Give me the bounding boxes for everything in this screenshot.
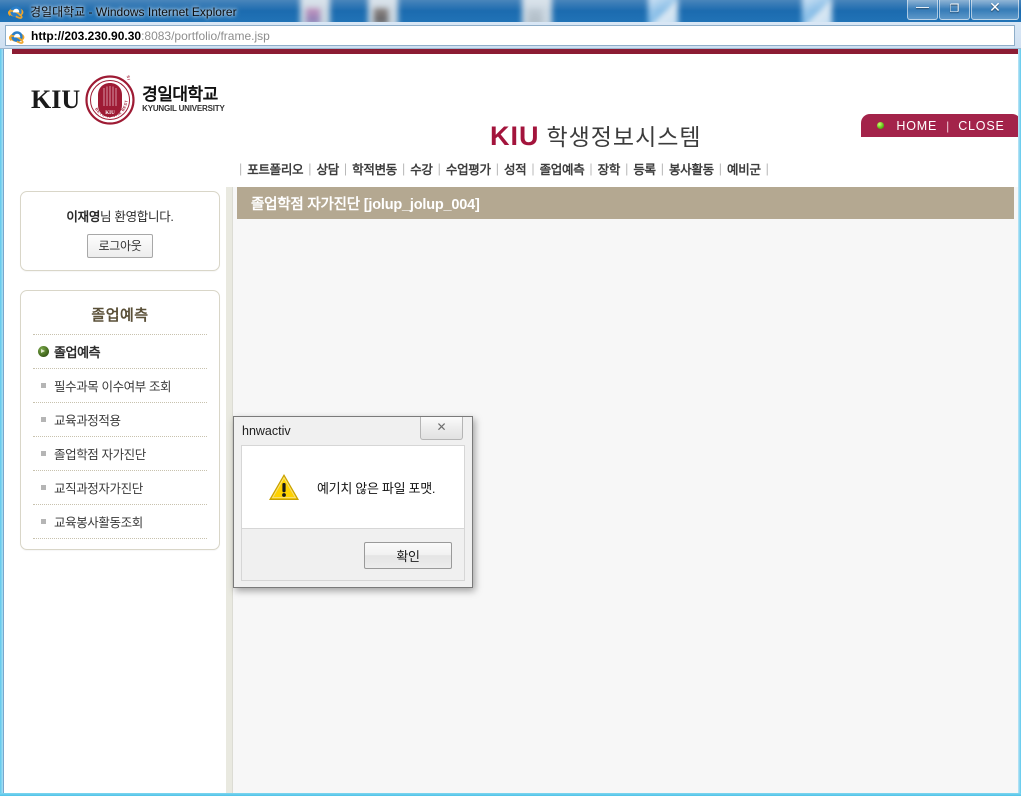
nav-divider: | [660, 161, 664, 176]
address-bar-row: http://203.230.90.30:8083/portfolio/fram… [0, 22, 1021, 49]
site-logo[interactable]: KIU KIU SI BEYOND THE BEST 경일대학교 KYUNGIL… [31, 60, 225, 125]
dialog-footer: 확인 [241, 529, 465, 581]
address-input[interactable]: http://203.230.90.30:8083/portfolio/fram… [5, 25, 1015, 46]
nav-divider: | [589, 161, 593, 176]
status-dot-icon [877, 122, 885, 129]
nav-divider: | [625, 161, 629, 176]
minimize-button[interactable]: — [907, 0, 938, 20]
nav-item-volunteer[interactable]: 봉사활동 [669, 159, 714, 178]
nav-divider: | [765, 161, 769, 176]
nav-item-class-eval[interactable]: 수업평가 [446, 159, 491, 178]
nav-divider: | [343, 161, 348, 176]
welcome-panel: 이재영님 환영합니다. 로그아웃 [20, 191, 220, 271]
sidebar-item-curriculum-apply[interactable]: 교육과정적용 [33, 403, 207, 437]
close-link[interactable]: CLOSE [958, 119, 1004, 133]
nav-item-enrollment[interactable]: 수강 [410, 159, 433, 178]
close-icon: ✕ [436, 420, 447, 434]
sidebar-item-credit-selfcheck[interactable]: 졸업학점 자가진단 [33, 437, 207, 471]
window-title: 경일대학교 - Windows Internet Explorer [30, 5, 237, 19]
close-window-button[interactable]: ✕ [971, 0, 1019, 20]
sidebar-item-education-volunteer[interactable]: 교육봉사활동조회 [33, 505, 207, 539]
logout-button[interactable]: 로그아웃 [86, 234, 154, 258]
sidebar-item-label: 필수과목 이수여부 조회 [54, 380, 172, 394]
home-link[interactable]: HOME [896, 119, 937, 133]
logo-korean-block: 경일대학교 KYUNGIL UNIVERSITY [142, 86, 225, 113]
alert-dialog: hnwactiv ✕ 예기치 않은 파일 포맷. 확인 [233, 416, 473, 588]
sidebar-item-label: 졸업학점 자가진단 [54, 448, 146, 462]
url-host: http://203.230.90.30 [31, 28, 142, 43]
nav-item-scholarship[interactable]: 장학 [598, 159, 621, 178]
nav-divider: | [401, 161, 406, 176]
welcome-suffix: 님 환영합니다. [100, 210, 174, 224]
minimize-icon: — [916, 0, 929, 14]
maximize-icon: ❐ [949, 3, 960, 15]
arrow-bullet-icon [35, 346, 51, 357]
dialog-message: 예기치 않은 파일 포맷. [317, 480, 436, 496]
square-bullet-icon [35, 417, 51, 422]
nav-divider: | [239, 161, 243, 176]
page-viewport: KIU KIU SI BEYOND THE BEST 경일대학교 KYUNGIL… [3, 49, 1018, 793]
sidebar-item-label: 교육과정적용 [54, 414, 121, 428]
window-controls: — ❐ ✕ [906, 0, 1019, 20]
nav-item-graduation[interactable]: 졸업예측 [540, 159, 585, 178]
address-text: http://203.230.90.30:8083/portfolio/fram… [31, 29, 270, 43]
welcome-message: 이재영님 환영합니다. [31, 206, 209, 225]
maximize-button[interactable]: ❐ [939, 0, 970, 20]
home-close-pill: HOME | CLOSE [861, 114, 1018, 137]
dialog-ok-button[interactable]: 확인 [364, 542, 452, 569]
nav-item-grades[interactable]: 성적 [504, 159, 527, 178]
square-bullet-icon [35, 451, 51, 456]
sidebar-item-label: 졸업예측 [54, 345, 101, 360]
sidebar-item-label: 교직과정자가진단 [54, 482, 143, 496]
url-path: :8083/portfolio/frame.jsp [141, 28, 270, 43]
page-title: 졸업학점 자가진단 [jolup_jolup_004] [237, 187, 1014, 219]
sidebar-menu-panel: 졸업예측 졸업예측 필수과목 이수여부 조회 교육과정적용 졸업학점 자가진단 [20, 290, 220, 550]
university-seal-icon: KIU KYUNGIL UNIVERSITY BEYOND THE BEST [84, 60, 135, 125]
system-title-kiu: KIU [490, 121, 540, 151]
sidebar-menu-title: 졸업예측 [33, 304, 207, 335]
nav-item-portfolio[interactable]: 포트폴리오 [247, 159, 303, 178]
logo-korean-name: 경일대학교 [142, 85, 218, 105]
square-bullet-icon [35, 383, 51, 388]
logo-english-name: KYUNGIL UNIVERSITY [142, 104, 225, 114]
pill-separator: | [946, 118, 950, 133]
square-bullet-icon [35, 519, 51, 524]
dialog-body: 예기치 않은 파일 포맷. [241, 445, 465, 529]
main-navigation: | 포트폴리오 | 상담 | 학적변동 | 수강 | 수업평가 | 성적 | 졸… [234, 159, 774, 178]
internet-explorer-icon [9, 30, 25, 44]
nav-divider: | [308, 161, 312, 176]
dialog-title: hnwactiv [242, 424, 291, 438]
nav-item-record-change[interactable]: 학적변동 [352, 159, 397, 178]
square-bullet-icon [35, 485, 51, 490]
nav-item-reserve-forces[interactable]: 예비군 [727, 159, 761, 178]
nav-divider: | [531, 161, 535, 176]
logo-kiu-text: KIU [31, 85, 81, 114]
user-name: 이재영 [66, 210, 101, 224]
sidebar-item-label: 교육봉사활동조회 [54, 516, 143, 530]
nav-divider: | [437, 161, 441, 176]
internet-explorer-icon [8, 6, 24, 19]
sidebar: 이재영님 환영합니다. 로그아웃 졸업예측 졸업예측 필수과목 이수여부 조회 … [20, 191, 220, 550]
nav-item-counseling[interactable]: 상담 [317, 159, 340, 178]
nav-divider: | [718, 161, 723, 176]
nav-divider: | [495, 161, 499, 176]
nav-item-registration[interactable]: 등록 [633, 159, 656, 178]
system-title-korean: 학생정보시스템 [546, 124, 702, 150]
warning-icon [268, 472, 300, 502]
system-title: KIU 학생정보시스템 [490, 118, 702, 152]
browser-window: 경일대학교 - Windows Internet Explorer — ❐ ✕ … [0, 0, 1021, 796]
page-header: KIU KIU SI BEYOND THE BEST 경일대학교 KYUNGIL… [12, 54, 1018, 151]
dialog-close-button[interactable]: ✕ [420, 417, 463, 440]
sidebar-item-graduation-prediction[interactable]: 졸업예측 [33, 335, 207, 369]
window-edge-left [0, 49, 3, 796]
close-icon: ✕ [989, 0, 1001, 15]
dialog-titlebar: hnwactiv ✕ [234, 417, 472, 445]
sidebar-item-teaching-selfcheck[interactable]: 교직과정자가진단 [33, 471, 207, 505]
window-titlebar: 경일대학교 - Windows Internet Explorer — ❐ ✕ [0, 0, 1021, 22]
sidebar-item-required-courses[interactable]: 필수과목 이수여부 조회 [33, 369, 207, 403]
